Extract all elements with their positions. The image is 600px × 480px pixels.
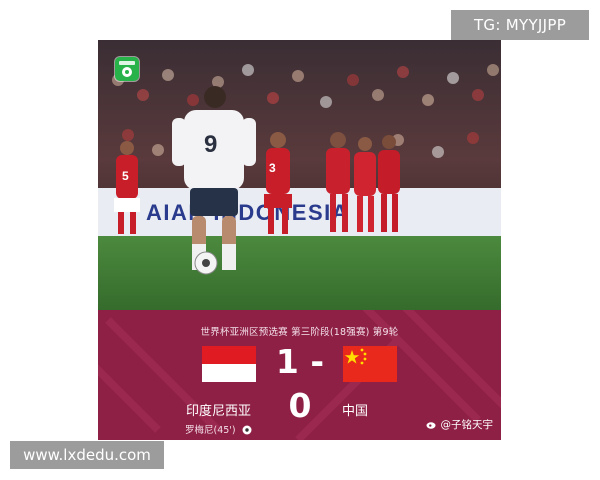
score-panel: 世界杯亚洲区预选赛 第三阶段(18强赛) 第9轮 1 - 0 印度尼西亚 中国 … <box>98 310 501 440</box>
match-photo: AIAN INDONESIA 5 3 9 <box>98 40 501 310</box>
app-badge-icon <box>115 57 139 81</box>
weibo-credit: @子铭天宇 <box>426 417 493 432</box>
ad-board-text: AIAN INDONESIA <box>146 200 349 225</box>
scorer-text: 罗梅尼(45') <box>185 425 236 436</box>
soccer-ball-icon <box>194 251 218 275</box>
player-number-red-1: 5 <box>122 169 129 183</box>
away-team-name: 中国 <box>342 404 369 419</box>
star-icon <box>344 348 367 365</box>
home-team-name: 印度尼西亚 <box>186 404 252 419</box>
round-info: 世界杯亚洲区预选赛 第三阶段(18强赛) 第9轮 <box>200 327 399 338</box>
match-card: AIAN INDONESIA 5 3 9 世界杯亚洲区预选赛 第三阶段(18强赛… <box>98 40 501 440</box>
player-number-red-2: 3 <box>269 161 276 175</box>
player-number-white: 9 <box>204 131 217 158</box>
indonesia-flag-icon <box>202 346 256 382</box>
weibo-handle: @子铭天宇 <box>440 419 494 431</box>
ball-icon <box>242 425 252 435</box>
weibo-icon <box>426 422 436 429</box>
site-watermark: www.lxdedu.com <box>10 441 164 469</box>
goal-scorer: 罗梅尼(45') <box>185 422 252 436</box>
score: 1 - 0 <box>275 342 325 425</box>
tg-watermark: TG: MYYJJPP <box>451 10 589 40</box>
china-flag-icon <box>343 346 397 382</box>
pitch <box>98 236 501 310</box>
